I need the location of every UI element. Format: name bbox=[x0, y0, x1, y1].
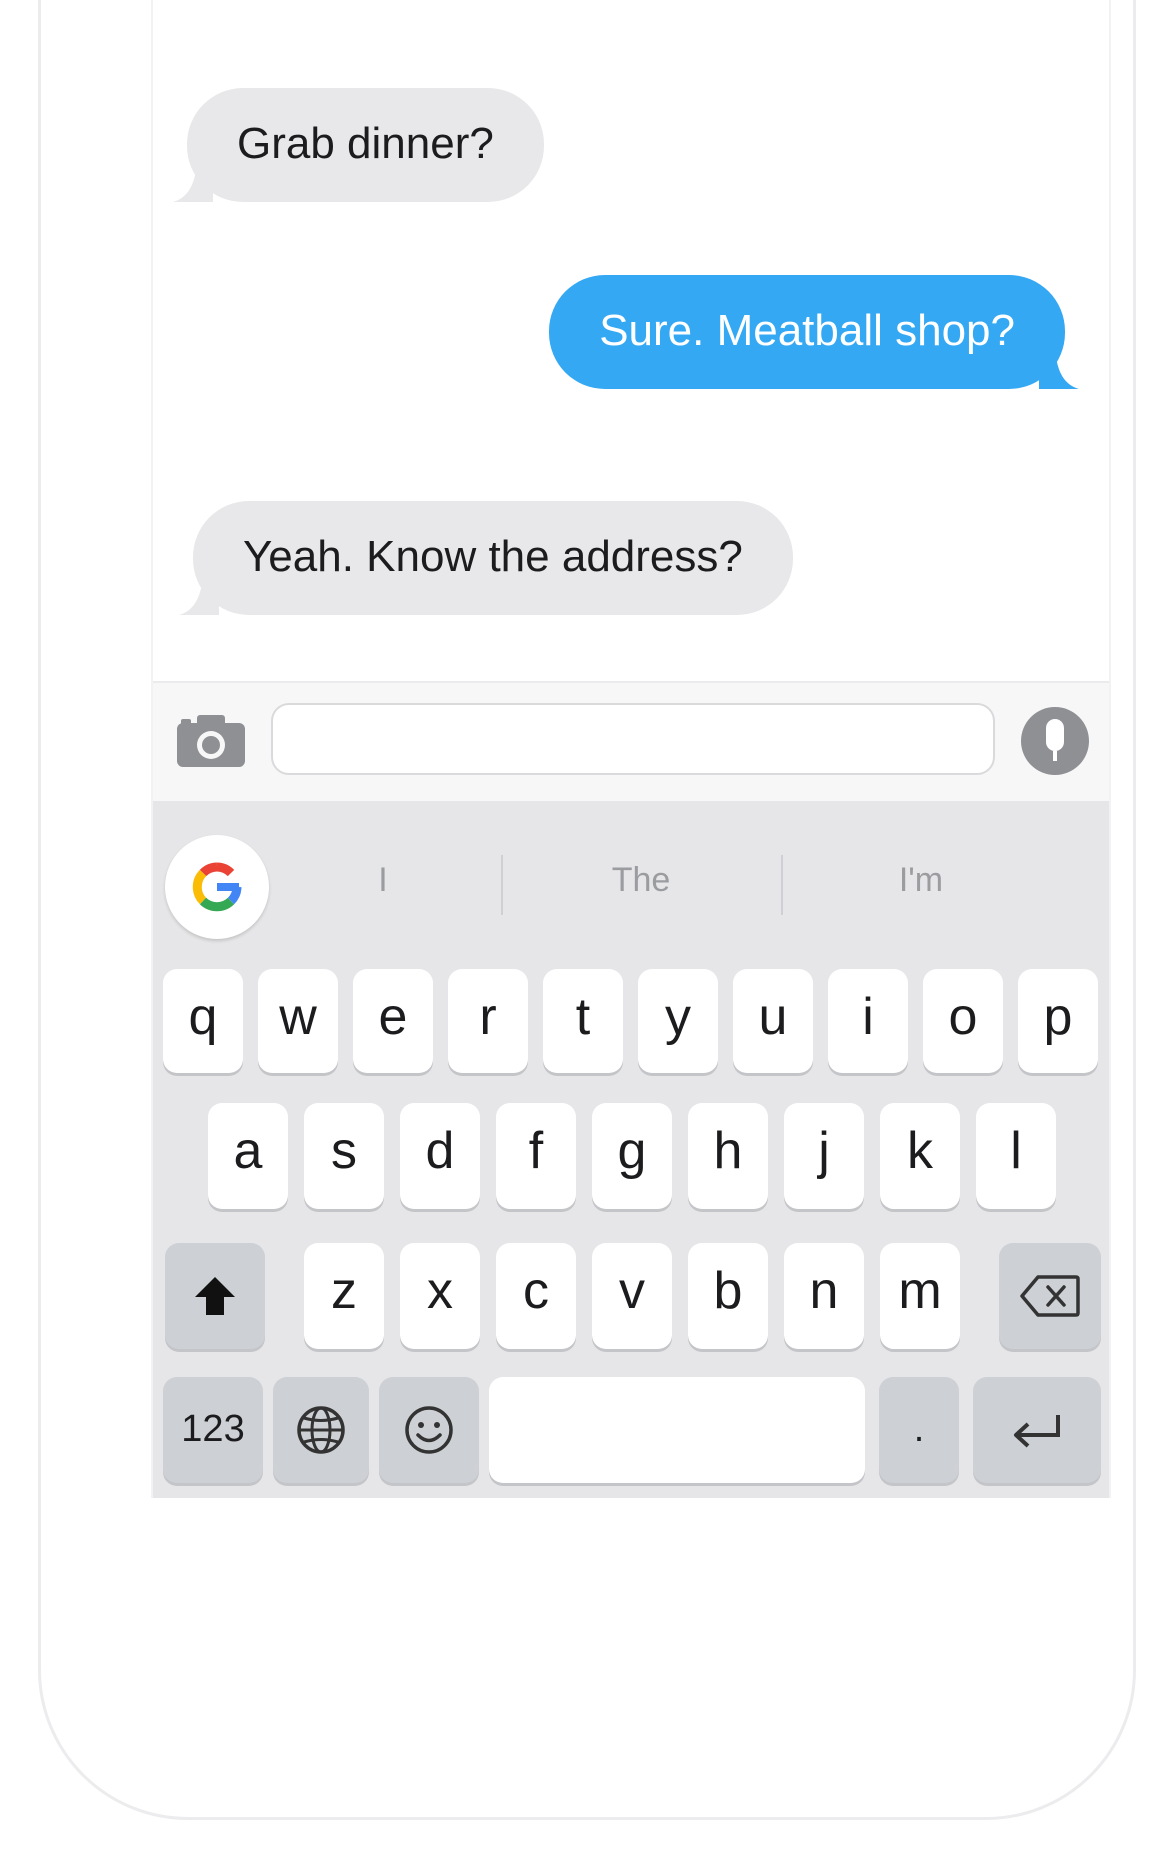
key-b[interactable]: b bbox=[688, 1243, 768, 1349]
key-label: . bbox=[913, 1408, 925, 1450]
key-label: e bbox=[378, 988, 408, 1046]
shift-key[interactable] bbox=[165, 1243, 265, 1349]
message-sent: Sure. Meatball shop? bbox=[549, 275, 1079, 389]
key-i[interactable]: i bbox=[828, 969, 908, 1073]
messages-screen: Grab dinner? Sure. Meatball shop? Yeah. … bbox=[151, 0, 1111, 1498]
message-text: Yeah. Know the address? bbox=[243, 532, 743, 581]
key-label: w bbox=[279, 988, 317, 1046]
suggestion-divider bbox=[501, 855, 503, 915]
key-l[interactable]: l bbox=[976, 1103, 1056, 1209]
compose-bar bbox=[153, 681, 1109, 801]
key-label: a bbox=[233, 1122, 263, 1180]
message-received: Yeah. Know the address? bbox=[179, 501, 793, 615]
key-g[interactable]: g bbox=[592, 1103, 672, 1209]
key-label: g bbox=[617, 1122, 647, 1180]
backspace-icon bbox=[1020, 1275, 1080, 1317]
key-r[interactable]: r bbox=[448, 969, 528, 1073]
key-m[interactable]: m bbox=[880, 1243, 960, 1349]
key-f[interactable]: f bbox=[496, 1103, 576, 1209]
key-p[interactable]: p bbox=[1018, 969, 1098, 1073]
key-q[interactable]: q bbox=[163, 969, 243, 1073]
key-label: s bbox=[331, 1122, 357, 1180]
key-j[interactable]: j bbox=[784, 1103, 864, 1209]
key-label: q bbox=[188, 988, 218, 1046]
key-label: b bbox=[713, 1262, 743, 1320]
bubble-tail bbox=[1039, 349, 1079, 389]
key-e[interactable]: e bbox=[353, 969, 433, 1073]
backspace-key[interactable] bbox=[999, 1243, 1101, 1349]
key-d[interactable]: d bbox=[400, 1103, 480, 1209]
message-text: Sure. Meatball shop? bbox=[599, 306, 1015, 355]
message-bubble: Sure. Meatball shop? bbox=[549, 275, 1079, 389]
key-label: y bbox=[665, 988, 691, 1046]
suggestion-divider bbox=[781, 855, 783, 915]
google-search-button[interactable] bbox=[165, 835, 269, 939]
message-text: Grab dinner? bbox=[237, 119, 494, 168]
key-v[interactable]: v bbox=[592, 1243, 672, 1349]
key-w[interactable]: w bbox=[258, 969, 338, 1073]
google-logo-icon bbox=[192, 862, 242, 912]
key-label: l bbox=[1010, 1122, 1022, 1180]
key-label: m bbox=[898, 1262, 942, 1320]
message-bubble: Grab dinner? bbox=[173, 88, 544, 202]
key-label: 123 bbox=[181, 1408, 245, 1450]
key-label: d bbox=[425, 1122, 455, 1180]
globe-icon bbox=[297, 1406, 345, 1454]
key-label: o bbox=[948, 988, 978, 1046]
return-icon bbox=[1014, 1415, 1060, 1448]
key-label: h bbox=[713, 1122, 743, 1180]
key-k[interactable]: k bbox=[880, 1103, 960, 1209]
mic-icon[interactable] bbox=[1019, 705, 1091, 777]
key-y[interactable]: y bbox=[638, 969, 718, 1073]
key-label: f bbox=[528, 1122, 544, 1180]
suggestion-3[interactable]: I'm bbox=[801, 861, 1041, 900]
key-label: j bbox=[818, 1122, 830, 1180]
bubble-tail bbox=[179, 575, 219, 615]
phone-frame: Grab dinner? Sure. Meatball shop? Yeah. … bbox=[38, 0, 1136, 1820]
emoji-key[interactable] bbox=[379, 1377, 479, 1483]
key-z[interactable]: z bbox=[304, 1243, 384, 1349]
message-received: Grab dinner? bbox=[173, 88, 544, 202]
key-label: z bbox=[331, 1262, 357, 1320]
key-n[interactable]: n bbox=[784, 1243, 864, 1349]
message-input[interactable] bbox=[271, 703, 995, 775]
key-label: p bbox=[1043, 988, 1073, 1046]
key-t[interactable]: t bbox=[543, 969, 623, 1073]
numbers-key[interactable]: 123 bbox=[163, 1377, 263, 1483]
suggestion-2[interactable]: The bbox=[521, 861, 761, 900]
key-h[interactable]: h bbox=[688, 1103, 768, 1209]
emoji-icon bbox=[405, 1406, 453, 1454]
key-u[interactable]: u bbox=[733, 969, 813, 1073]
keyboard: I The I'm q w e r t y u i o p a s d f g … bbox=[153, 801, 1109, 1498]
suggestion-1[interactable]: I bbox=[263, 861, 503, 900]
key-c[interactable]: c bbox=[496, 1243, 576, 1349]
key-label: k bbox=[907, 1122, 933, 1180]
key-o[interactable]: o bbox=[923, 969, 1003, 1073]
camera-icon[interactable] bbox=[175, 713, 247, 769]
key-x[interactable]: x bbox=[400, 1243, 480, 1349]
message-bubble: Yeah. Know the address? bbox=[179, 501, 793, 615]
key-label: x bbox=[427, 1262, 453, 1320]
bubble-tail bbox=[173, 162, 213, 202]
key-label: c bbox=[523, 1262, 549, 1320]
key-label: v bbox=[619, 1262, 645, 1320]
suggestion-bar: I The I'm bbox=[153, 801, 1109, 951]
period-key[interactable]: . bbox=[879, 1377, 959, 1483]
key-label: r bbox=[479, 988, 497, 1046]
shift-icon bbox=[195, 1277, 235, 1315]
key-label: u bbox=[758, 988, 788, 1046]
key-s[interactable]: s bbox=[304, 1103, 384, 1209]
globe-key[interactable] bbox=[273, 1377, 369, 1483]
key-label: t bbox=[575, 988, 591, 1046]
space-key[interactable] bbox=[489, 1377, 865, 1483]
return-key[interactable] bbox=[973, 1377, 1101, 1483]
key-label: i bbox=[862, 988, 874, 1046]
key-label: n bbox=[809, 1262, 839, 1320]
key-a[interactable]: a bbox=[208, 1103, 288, 1209]
